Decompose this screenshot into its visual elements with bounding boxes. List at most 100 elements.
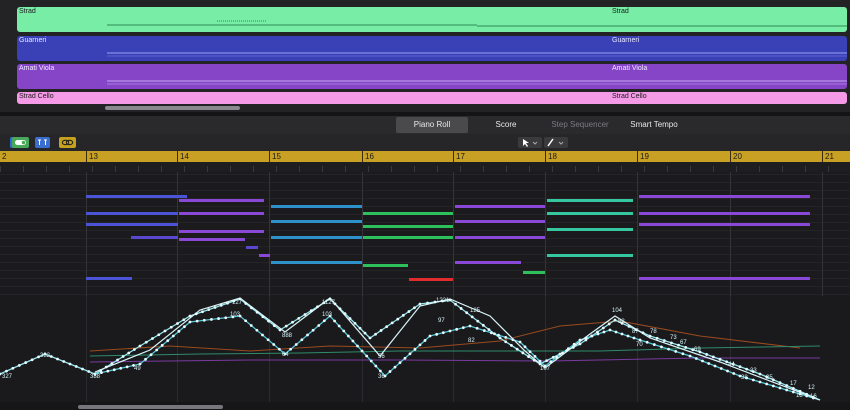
scroll-thumb[interactable]: [78, 405, 223, 409]
automation-point: [701, 359, 704, 363]
tracks-horizontal-scrollbar[interactable]: [105, 106, 240, 110]
automation-point: [250, 306, 253, 310]
automation-point: [441, 331, 445, 335]
automation-point: [805, 394, 809, 398]
automation-point: [127, 351, 131, 355]
automation-point: [188, 320, 192, 324]
automation-point: [17, 364, 21, 367]
note: [363, 264, 408, 267]
automation-point: [493, 332, 496, 336]
automation-point: [418, 343, 422, 347]
region-guarneri[interactable]: Guarneri Guarneri: [17, 36, 847, 61]
automation-point: [87, 370, 91, 373]
note-grid: [0, 172, 850, 296]
automation-point: [30, 358, 34, 362]
region-amati-viola[interactable]: Amati Viola Amati Viola: [17, 64, 847, 89]
automation-point: [758, 380, 762, 384]
automation-point: [765, 382, 769, 386]
automation-point: [244, 302, 248, 305]
automation-point: [448, 329, 452, 333]
automation-point: [291, 320, 294, 324]
note: [271, 205, 362, 208]
tab-score[interactable]: Score: [470, 117, 542, 133]
automation-point: [578, 342, 582, 346]
automation-point: [182, 318, 186, 322]
automation-point: [670, 341, 673, 345]
automation-point: [338, 307, 342, 311]
automation-point: [396, 317, 400, 321]
automation-point: [337, 324, 341, 328]
automation-value: 103: [230, 312, 241, 318]
automation-point: [267, 319, 270, 323]
automation-point: [379, 369, 382, 373]
automation-point: [627, 325, 631, 328]
automation-point: [303, 313, 307, 316]
midi-notes: [107, 20, 847, 27]
automation-point: [551, 355, 555, 359]
automation-lane[interactable]: 327 382 388 49 127 103 1127 103 888 64 1…: [0, 296, 850, 402]
automation-point: [408, 352, 412, 356]
automation-point: [778, 386, 782, 390]
automation-point: [369, 359, 373, 363]
note: [409, 278, 453, 281]
catch-button[interactable]: [12, 137, 29, 148]
automation-point: [455, 327, 459, 331]
automation-point: [356, 344, 359, 348]
region-name: Strad: [612, 8, 629, 15]
automation-point: [549, 360, 553, 364]
automation-point: [566, 347, 570, 351]
automation-point: [390, 321, 394, 325]
filter-button[interactable]: [35, 137, 50, 148]
automation-point: [24, 361, 28, 364]
automation-point: [121, 355, 125, 358]
tab-smart-tempo[interactable]: Smart Tempo: [618, 117, 690, 133]
automation-point: [571, 345, 575, 349]
automation-point: [632, 336, 636, 340]
automation-point: [104, 365, 108, 369]
automation-point: [202, 318, 206, 322]
automation-value: 67: [680, 340, 687, 346]
automation-value: 36: [378, 374, 385, 380]
chain-link-button[interactable]: [59, 137, 76, 148]
pencil-tool-menu[interactable]: [544, 137, 568, 148]
automation-point: [785, 384, 789, 387]
note: [455, 220, 545, 223]
note: [86, 195, 187, 198]
automation-point: [353, 321, 357, 325]
automation-curves[interactable]: 327 382 388 49 127 103 1127 103 888 64 1…: [0, 296, 850, 402]
automation-point: [119, 366, 123, 370]
piano-roll-grid[interactable]: [0, 172, 850, 296]
automation-point: [110, 362, 114, 365]
automation-point: [346, 334, 350, 338]
automation-point: [272, 324, 276, 327]
chain-link-icon: [61, 139, 74, 146]
pointer-tool-menu[interactable]: [518, 137, 542, 148]
automation-point: [418, 302, 422, 306]
note: [547, 199, 633, 202]
automation-value: 49: [134, 366, 141, 372]
automation-point: [684, 346, 688, 349]
region-strad-cello[interactable]: Strad Cello Strad Cello: [17, 92, 847, 104]
automation-point: [718, 357, 722, 361]
automation-point: [226, 301, 229, 305]
automation-point: [278, 328, 282, 332]
tab-piano-roll[interactable]: Piano Roll: [396, 117, 468, 133]
note: [131, 236, 178, 239]
automation-value: 327: [2, 374, 13, 380]
region-strad[interactable]: Strad Strad: [17, 7, 847, 32]
tab-step-sequencer[interactable]: Step Sequencer: [544, 117, 616, 133]
automation-point: [667, 347, 670, 351]
automation-value: 388: [90, 374, 101, 380]
note: [179, 230, 264, 233]
automation-point: [62, 360, 66, 363]
automation-value: 38: [741, 375, 748, 381]
automation-point: [11, 366, 15, 370]
automation-point: [655, 336, 659, 340]
automation-point: [407, 310, 411, 313]
automation-value: 44: [728, 362, 735, 368]
automation-point: [171, 334, 175, 338]
automation-point: [613, 318, 617, 322]
automation-point: [688, 354, 692, 358]
ruler-ticks: [86, 151, 823, 162]
automation-point: [342, 329, 346, 333]
